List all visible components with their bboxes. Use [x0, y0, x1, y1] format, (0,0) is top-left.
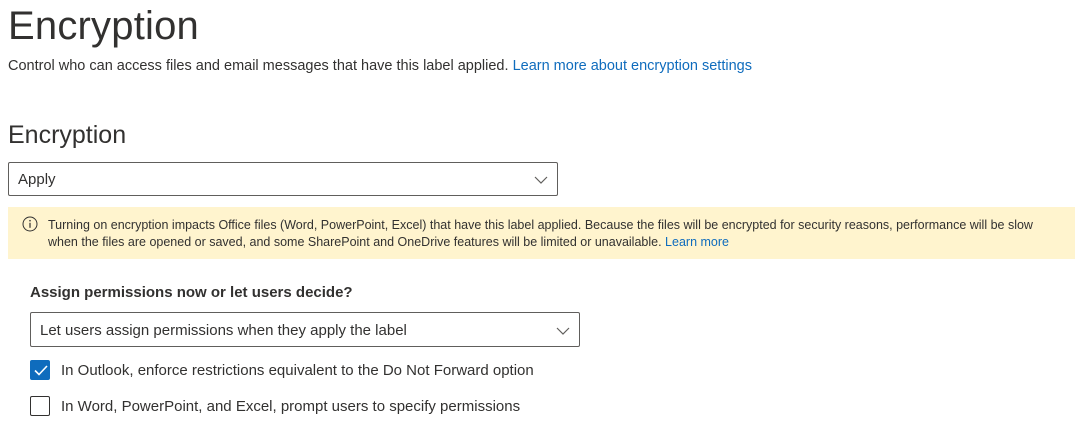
assign-permissions-label: Assign permissions now or let users deci… — [30, 284, 353, 301]
prompt-users-checkbox[interactable] — [30, 396, 50, 416]
prompt-users-label: In Word, PowerPoint, and Excel, prompt u… — [61, 397, 521, 415]
prompt-users-option[interactable]: In Word, PowerPoint, and Excel, prompt u… — [30, 395, 520, 417]
page-description-text: Control who can access files and email m… — [8, 58, 509, 74]
page-description: Control who can access files and email m… — [8, 58, 752, 74]
encryption-dropdown-value: Apply — [18, 171, 56, 188]
encryption-section-title: Encryption — [8, 121, 127, 149]
warning-learn-more-link[interactable]: Learn more — [665, 235, 729, 249]
do-not-forward-label: In Outlook, enforce restrictions equival… — [61, 361, 534, 379]
chevron-down-icon — [556, 327, 570, 335]
encryption-warning-banner: Turning on encryption impacts Office fil… — [8, 207, 1075, 259]
warning-message-text: Turning on encryption impacts Office fil… — [48, 218, 1033, 249]
info-icon — [22, 216, 38, 232]
do-not-forward-option[interactable]: In Outlook, enforce restrictions equival… — [30, 359, 534, 381]
chevron-down-icon — [534, 176, 548, 184]
assign-permissions-dropdown[interactable]: Let users assign permissions when they a… — [30, 312, 580, 347]
checkmark-icon — [34, 365, 48, 376]
warning-message: Turning on encryption impacts Office fil… — [48, 217, 1058, 251]
assign-permissions-dropdown-value: Let users assign permissions when they a… — [40, 322, 407, 339]
do-not-forward-checkbox[interactable] — [30, 360, 50, 380]
page-title: Encryption — [8, 4, 199, 48]
encryption-dropdown[interactable]: Apply — [8, 162, 558, 196]
learn-more-encryption-link[interactable]: Learn more about encryption settings — [513, 58, 752, 74]
